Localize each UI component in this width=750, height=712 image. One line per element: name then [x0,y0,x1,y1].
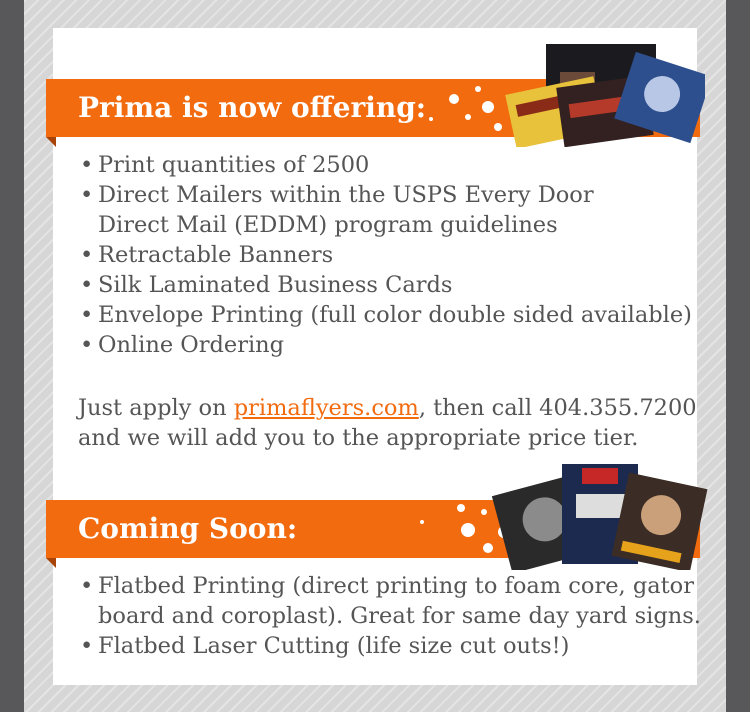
offering-title: Prima is now offering: [78,91,427,124]
list-item-continuation: board and coroplast). Great for same day… [98,603,701,629]
list-item-continuation: Direct Mail (EDDM) program guidelines [98,212,558,238]
list-item: • Silk Laminated Business Cards [80,272,453,298]
banner-fold [46,558,56,568]
list-item: • Online Ordering [80,332,285,358]
list-item: • Direct Mailers within the USPS Every Do… [80,182,594,208]
cta-line2: and we will add you to the appropriate p… [78,425,639,451]
list-item: • Retractable Banners [80,242,334,268]
flyers-image-2 [491,464,708,570]
cta-suffix: , then call 404.355.7200 [418,395,697,421]
coming-soon-list: • Flatbed Printing (direct printing to fo… [80,571,701,661]
list-item: • Flatbed Printing (direct printing to fo… [80,573,694,599]
cta-paragraph: Just apply on primaflyers.com, then call… [78,393,698,453]
flyers-image [505,44,705,147]
list-item: • Print quantities of 2500 [80,152,370,178]
list-item: • Flatbed Laser Cutting (life size cut ou… [80,633,570,659]
banner-fold [46,137,56,147]
list-item: • Envelope Printing (full color double si… [80,302,692,328]
offering-list: • Print quantities of 2500 • Direct Mailer… [80,150,692,360]
primaflyers-link[interactable]: primaflyers.com [234,395,419,421]
cta-prefix: Just apply on [78,395,234,421]
coming-soon-title: Coming Soon: [78,512,298,545]
